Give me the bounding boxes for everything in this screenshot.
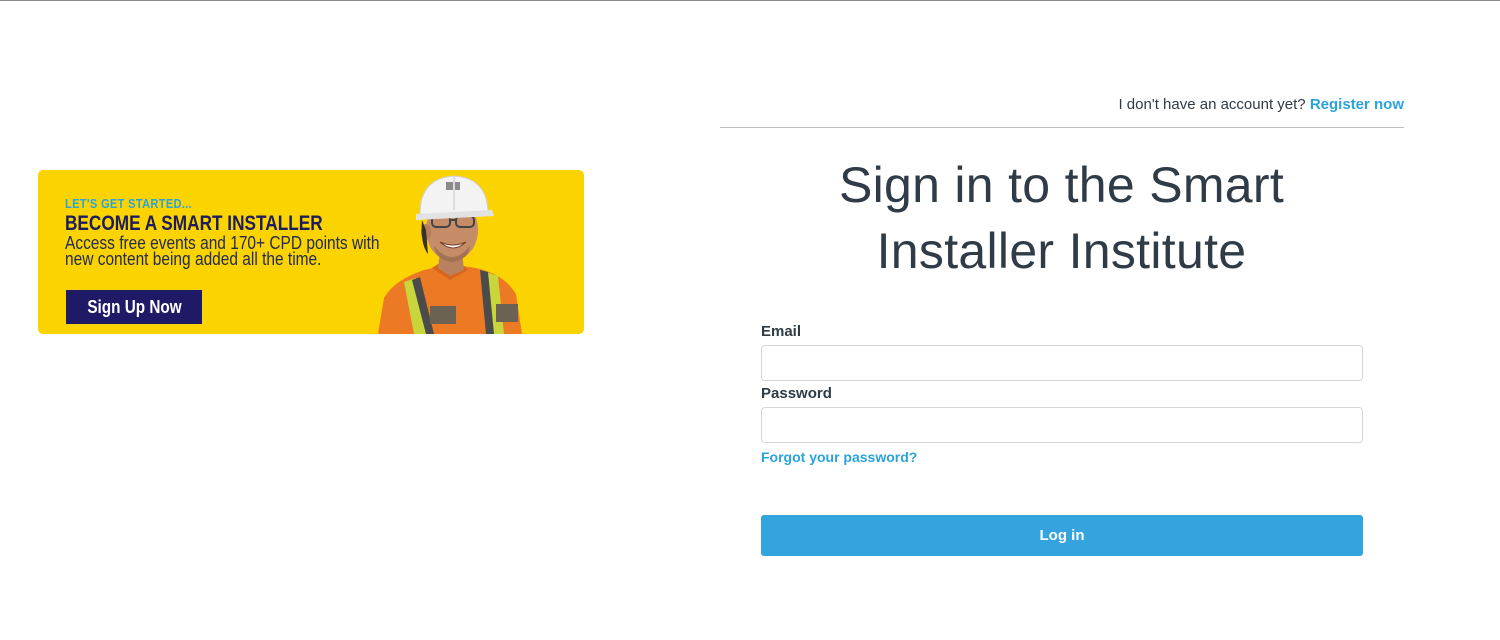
email-field[interactable]	[761, 345, 1363, 381]
top-border	[0, 0, 1500, 1]
account-prompt: I don't have an account yet? Register no…	[1118, 96, 1404, 113]
sign-up-now-button[interactable]: Sign Up Now	[66, 290, 202, 324]
header-divider	[720, 127, 1404, 128]
password-label: Password	[761, 385, 832, 402]
register-now-link[interactable]: Register now	[1310, 96, 1404, 113]
promo-banner: LET'S GET STARTED... BECOME A SMART INST…	[38, 170, 584, 334]
account-prompt-text: I don't have an account yet?	[1118, 96, 1306, 113]
worker-illustration	[378, 175, 522, 334]
page-title: Sign in to the Smart Installer Institute	[838, 157, 1285, 279]
banner-description: Access free events and 170+ CPD points w…	[65, 233, 380, 269]
forgot-password-link[interactable]: Forgot your password?	[761, 449, 917, 465]
banner-eyebrow: LET'S GET STARTED...	[65, 196, 193, 211]
log-in-button[interactable]: Log in	[761, 515, 1363, 556]
password-field[interactable]	[761, 407, 1363, 443]
sign-up-now-label: Sign Up Now	[86, 296, 182, 317]
email-label: Email	[761, 323, 802, 340]
